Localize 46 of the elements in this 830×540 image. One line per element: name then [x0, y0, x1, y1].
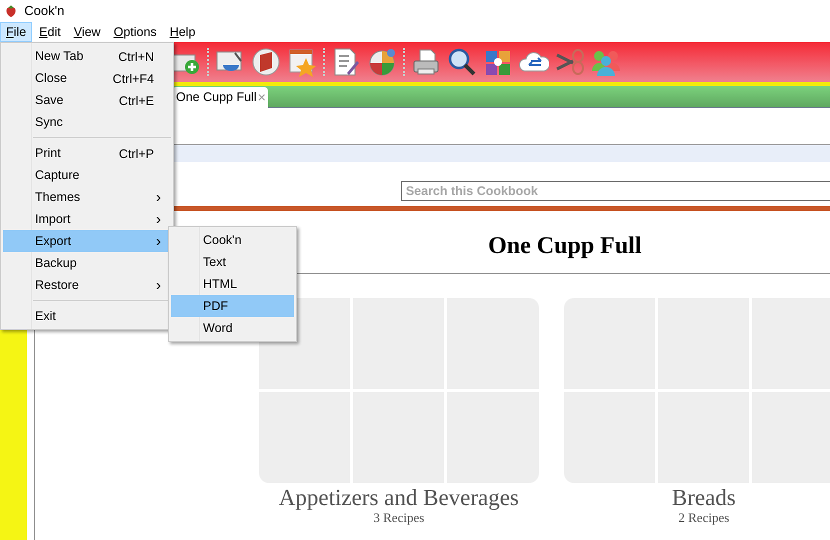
- category-name[interactable]: Appetizers and Beverages: [258, 485, 539, 511]
- menu-item[interactable]: Exit: [3, 305, 171, 327]
- chevron-icon: ›: [156, 275, 161, 298]
- window-title: Cook'n: [24, 2, 64, 20]
- shortcut-label: Ctrl+E: [118, 93, 154, 110]
- menu-item[interactable]: Restore ›: [3, 274, 171, 296]
- search-icon: [447, 47, 477, 77]
- recipe-count: 2 Recipes: [677, 511, 730, 525]
- menu-item[interactable]: New Tab Ctrl+N: [3, 45, 171, 67]
- menu-item[interactable]: Import ›: [3, 208, 171, 230]
- shortcut-label: Ctrl+F4: [112, 71, 154, 88]
- menu-item[interactable]: Edit: [33, 22, 67, 42]
- category-name[interactable]: Breads: [564, 485, 830, 511]
- star-icon: [287, 47, 317, 77]
- chevron-icon: ›: [156, 209, 161, 232]
- pie-chart-icon: [367, 47, 397, 77]
- menu-item[interactable]: PDF: [171, 295, 294, 317]
- tab[interactable]: One Cupp Full×: [172, 87, 268, 108]
- printer-icon: [411, 47, 441, 77]
- menu-item[interactable]: Save Ctrl+E: [3, 89, 171, 111]
- recipe-count: 3 Recipes: [372, 511, 426, 525]
- category-thumbnail[interactable]: [258, 298, 539, 483]
- shortcut-label: Ctrl+N: [118, 49, 154, 66]
- menu-item[interactable]: Capture: [3, 164, 171, 186]
- chevron-icon: ›: [156, 231, 161, 254]
- menu-item[interactable]: Themes ›: [3, 186, 171, 208]
- menu-item[interactable]: Word: [171, 317, 294, 339]
- strawberry-icon: [4, 3, 18, 19]
- cookbook-title: One Cupp Full: [487, 232, 643, 261]
- menu-item[interactable]: File: [0, 22, 32, 42]
- menu-item[interactable]: View: [68, 22, 107, 42]
- menu-item[interactable]: Options: [108, 22, 163, 42]
- book-icon: [251, 47, 281, 77]
- menu-item[interactable]: Export ›: [3, 230, 171, 252]
- menu-item[interactable]: Text: [171, 251, 294, 273]
- menu-item[interactable]: Help: [164, 22, 202, 42]
- menu-item[interactable]: Close Ctrl+F4: [3, 67, 171, 89]
- shortcut-label: Ctrl+P: [118, 146, 154, 163]
- search-field[interactable]: Search this Cookbook: [400, 181, 830, 201]
- menu-item[interactable]: Sync: [3, 111, 171, 133]
- menu-item[interactable]: Cook'n: [171, 229, 294, 251]
- menu-item[interactable]: HTML: [171, 273, 294, 295]
- scissors-icon: [555, 47, 585, 77]
- menu-item[interactable]: Backup: [3, 252, 171, 274]
- chevron-icon: ›: [156, 187, 161, 210]
- menu-item[interactable]: Print Ctrl+P: [3, 142, 171, 164]
